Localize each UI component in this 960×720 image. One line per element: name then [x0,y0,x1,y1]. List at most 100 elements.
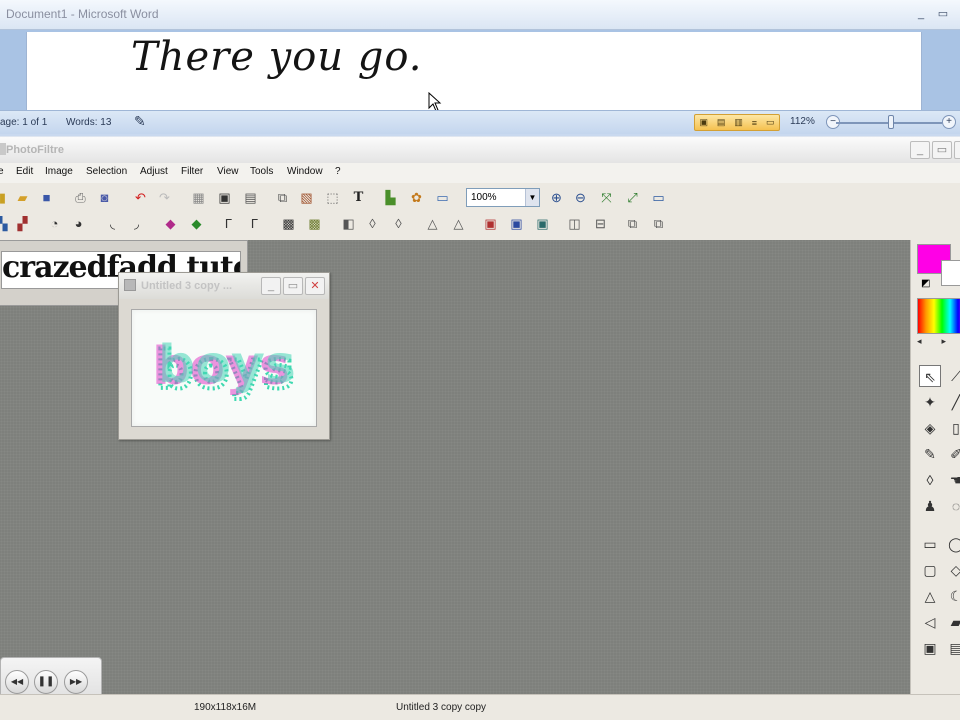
effects-icon[interactable]: ✿ [408,189,425,206]
palette-scroll[interactable]: ◂ ▸ [917,336,960,348]
gamma-down-icon[interactable]: Γ [220,215,237,232]
untitled-image-window[interactable]: Untitled 3 copy ... _ ▭ ✕ boys boys boys [118,272,330,440]
option-icon-1[interactable]: ▣ [919,637,941,659]
contrast-up-icon[interactable]: ◕ [70,215,87,232]
chevron-down-icon[interactable]: ▼ [525,189,539,206]
image-close-button[interactable]: ✕ [305,277,325,295]
filter-icon-2[interactable]: ▞ [14,215,31,232]
texture-icon[interactable]: ▩ [306,215,323,232]
color-filter-icon-3[interactable]: ▣ [534,215,551,232]
copy-icon[interactable]: ⧉ [274,189,291,206]
menu-selection[interactable]: Selection [86,166,127,177]
blur-icon[interactable]: ◧ [340,215,357,232]
grayscale-icon[interactable]: ▦ [190,189,207,206]
flip-horizontal-icon[interactable]: ◫ [566,215,583,232]
spray-icon[interactable]: ▯ [945,417,960,439]
print-layout-icon[interactable]: ▣ [699,117,708,128]
print-icon[interactable]: ⎙ [72,189,89,206]
menu-tools[interactable]: Tools [250,166,273,177]
layer-icon[interactable]: ▙ [382,189,399,206]
menu-help[interactable]: ? [335,166,341,177]
background-color-swatch[interactable] [941,260,960,286]
image-minimize-button[interactable]: _ [261,277,281,295]
web-layout-icon[interactable]: ▥ [734,117,743,128]
redo-icon[interactable]: ↷ [156,189,173,206]
word-restore-button[interactable]: ▭ [934,6,952,22]
window-icon[interactable]: ▭ [434,189,451,206]
pf-minimize-button[interactable]: _ [910,141,930,159]
text-tool-icon[interactable]: T [350,189,367,206]
sharpen-icon[interactable]: ◊ [364,215,381,232]
image-window-title-bar[interactable]: Untitled 3 copy ... _ ▭ ✕ [119,273,329,299]
pencil-icon[interactable]: ✐ [945,443,960,465]
polygon-tool-icon[interactable]: ◁ [919,611,941,633]
zoom-out-icon[interactable]: ⊖ [572,189,589,206]
menu-image[interactable]: Image [45,166,73,177]
folder-tool-icon[interactable]: ▰ [945,611,960,633]
image-size-icon[interactable]: ▤ [242,189,259,206]
option-icon-2[interactable]: ▤ [945,637,960,659]
word-count-status[interactable]: Words: 13 [66,117,111,128]
menu-edit[interactable]: Edit [16,166,33,177]
magic-wand-icon[interactable]: ✦ [919,391,941,413]
rounded-rect-tool-icon[interactable]: ▢ [919,559,941,581]
zoom-dropdown[interactable]: 100% ▼ [466,188,540,207]
save-icon[interactable]: ■ [38,189,55,206]
forward-button[interactable]: ▶▶ [64,670,88,694]
pointer-tool-icon[interactable]: ⇖ [919,365,941,387]
saturation-up-icon[interactable]: ◆ [188,215,205,232]
color-spectrum[interactable] [917,298,960,334]
zoom-slider-thumb[interactable] [888,115,894,129]
rotate-right-icon[interactable]: ⧉ [650,215,667,232]
menu-adjust[interactable]: Adjust [140,166,168,177]
paste-icon[interactable]: ▧ [298,189,315,206]
color-filter-icon-1[interactable]: ▣ [482,215,499,232]
brightness-up-icon[interactable]: ◞ [128,215,145,232]
crop-icon[interactable]: ⬚ [324,189,341,206]
menu-window[interactable]: Window [287,166,323,177]
blur-drop-icon[interactable]: ◊ [919,469,941,491]
zoom-in-icon[interactable]: ⊕ [548,189,565,206]
full-screen-icon[interactable]: ▭ [650,189,667,206]
word-title-bar[interactable]: Document1 - Microsoft Word _ ▭ [0,0,960,30]
color-balance-icon[interactable]: ▩ [280,215,297,232]
page-count-status[interactable]: age: 1 of 1 [0,117,47,128]
image-restore-button[interactable]: ▭ [283,277,303,295]
menu-filter[interactable]: Filter [181,166,203,177]
pause-button[interactable]: ❚❚ [34,670,58,694]
menu-file[interactable]: e [0,166,4,177]
full-screen-reading-icon[interactable]: ▤ [717,117,726,128]
draft-icon[interactable]: ▭ [766,117,775,128]
zoom-in-button[interactable]: + [942,115,956,129]
image-canvas[interactable]: boys boys boys [131,309,317,427]
color-filter-icon-2[interactable]: ▣ [508,215,525,232]
flip-vertical-icon[interactable]: ⊟ [592,215,609,232]
triangle-tool-icon[interactable]: △ [919,585,941,607]
line-tool-icon[interactable]: ╱ [945,391,960,413]
pf-close-button[interactable]: ✕ [954,141,960,159]
new-file-icon[interactable]: ▮ [0,189,11,206]
word-minimize-button[interactable]: _ [912,6,930,22]
zoom-level[interactable]: 112% [790,116,815,127]
menu-view[interactable]: View [217,166,239,177]
fit-window-icon[interactable]: ⤢ [624,189,641,206]
brush-icon[interactable]: ✎ [919,443,941,465]
word-page[interactable]: There you go. [26,32,922,110]
rewind-button[interactable]: ◀◀ [5,670,29,694]
rotate-left-icon[interactable]: ⧉ [624,215,641,232]
proofing-icon[interactable]: ✎ [134,113,146,130]
soften-icon[interactable]: ◊ [390,215,407,232]
pf-restore-button[interactable]: ▭ [932,141,952,159]
photofiltre-title-bar[interactable]: PhotoFiltre _ ▭ ✕ [0,137,960,163]
undo-icon[interactable]: ↶ [132,189,149,206]
eraser-icon[interactable]: ◌ [945,495,960,517]
contrast-down-icon[interactable]: ◔ [46,215,63,232]
despeckle-icon[interactable]: △ [450,215,467,232]
image-icon[interactable]: ▣ [216,189,233,206]
saturation-down-icon[interactable]: ◆ [162,215,179,232]
diamond-tool-icon[interactable]: ◇ [945,559,960,581]
lasso-tool-icon[interactable]: ☾ [945,585,960,607]
rectangle-tool-icon[interactable]: ▭ [919,533,941,555]
gamma-up-icon[interactable]: Γ [246,215,263,232]
fill-bucket-icon[interactable]: ◈ [919,417,941,439]
